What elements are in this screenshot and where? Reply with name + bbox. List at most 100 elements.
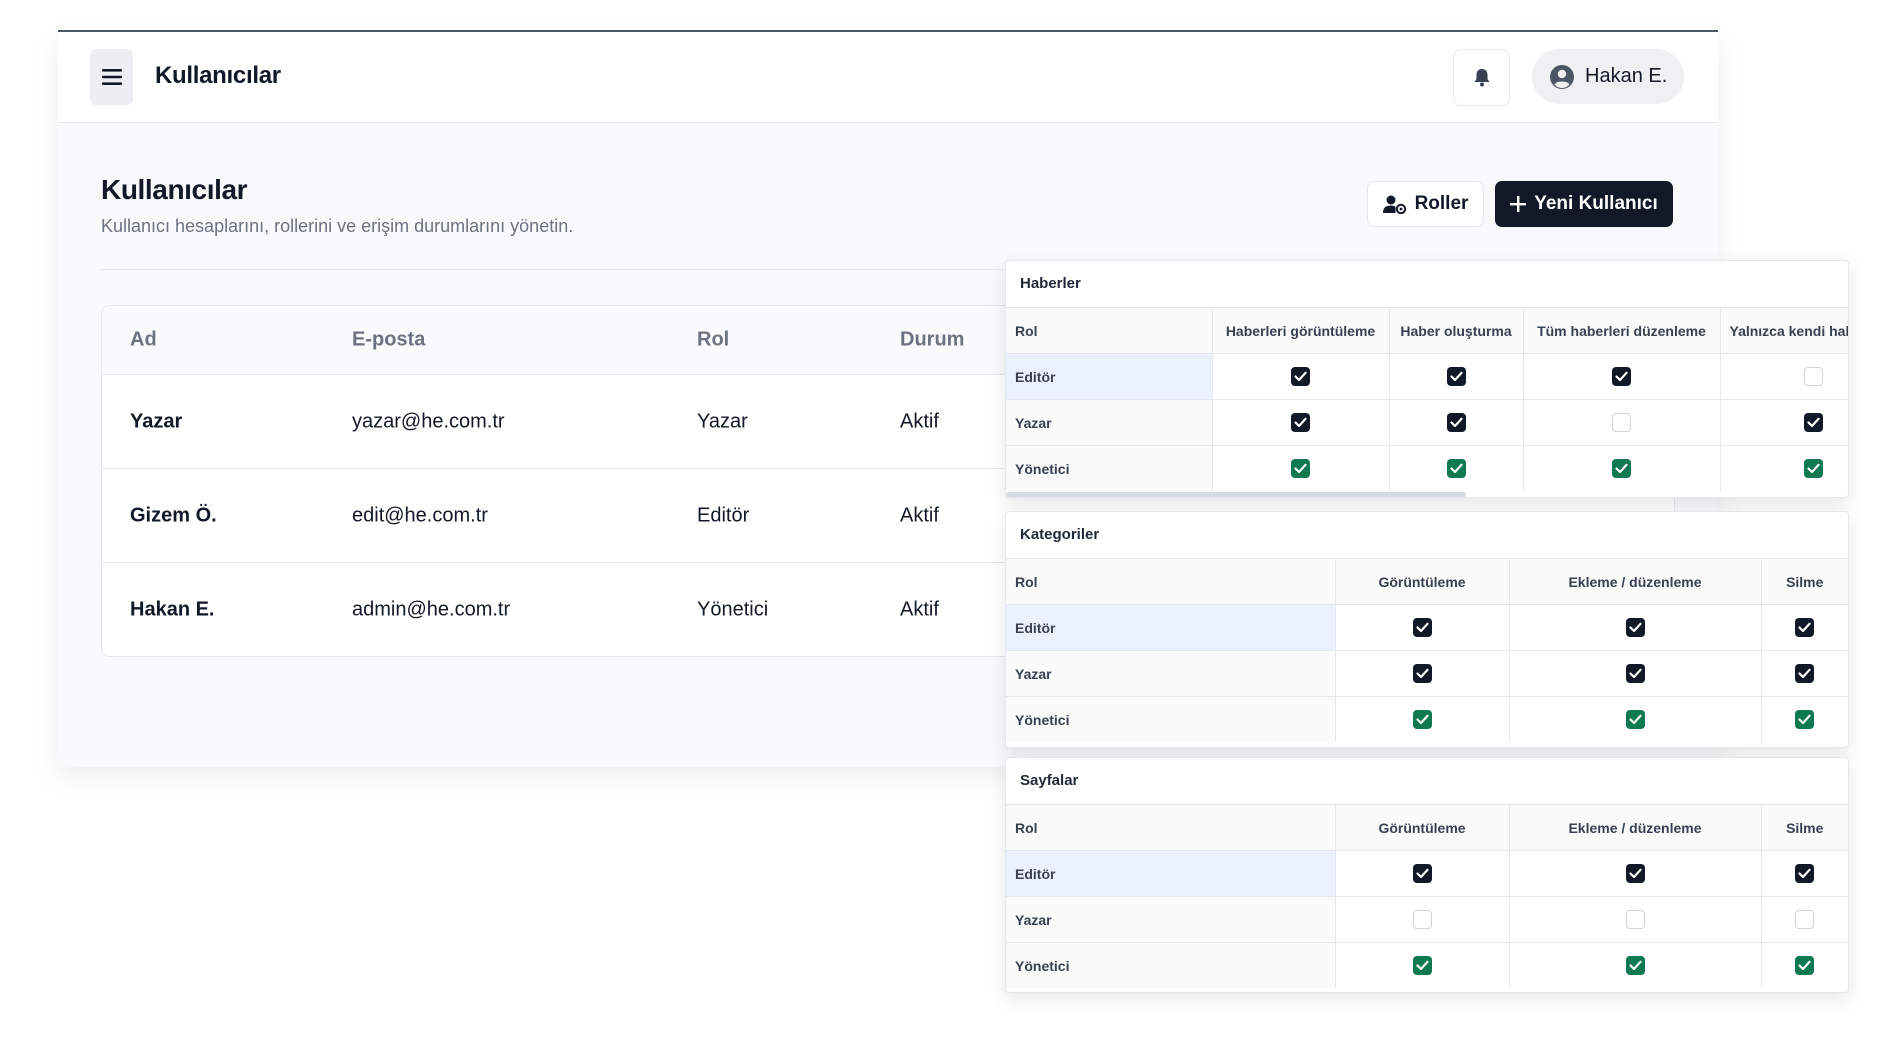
checked-checkbox[interactable] (1412, 956, 1432, 975)
checkmark-icon (1798, 868, 1811, 879)
checked-checkbox[interactable] (1803, 413, 1823, 432)
role-label: Editör (1006, 604, 1335, 651)
checked-checkbox[interactable] (1412, 864, 1432, 883)
permission-cell (1522, 353, 1720, 400)
checked-checkbox[interactable] (1803, 459, 1823, 478)
permission-cell (1388, 399, 1523, 446)
unchecked-checkbox[interactable] (1625, 910, 1645, 929)
checked-checkbox[interactable] (1612, 367, 1631, 386)
checked-checkbox[interactable] (1795, 710, 1815, 729)
column-header-permission: Ekleme / düzenleme (1508, 559, 1761, 605)
column-header-permission: Görüntüleme (1334, 805, 1509, 851)
checkmark-icon (1415, 868, 1429, 879)
permission-cell (1508, 650, 1761, 697)
hamburger-menu-icon (101, 69, 122, 85)
user-menu[interactable]: Hakan E. (1532, 49, 1684, 104)
column-header-email[interactable]: E-posta (352, 329, 425, 352)
user-gear-icon (1382, 195, 1406, 214)
checkmark-icon (1415, 714, 1429, 725)
topbar-title: Kullanıcılar (155, 62, 281, 89)
checkmark-icon (1294, 463, 1307, 474)
permission-cell (1334, 896, 1509, 943)
checked-checkbox[interactable] (1291, 367, 1310, 386)
checked-checkbox[interactable] (1795, 956, 1815, 975)
bell-icon (1474, 68, 1489, 86)
checked-checkbox[interactable] (1625, 710, 1645, 729)
user-name: Hakan E. (1585, 65, 1668, 87)
user-name-cell: Gizem Ö. (130, 504, 217, 526)
checkmark-icon (1628, 868, 1642, 879)
checked-checkbox[interactable] (1612, 459, 1631, 478)
permissions-panel-haberler: Haberler Rol Haberleri görüntüleme Haber… (1005, 260, 1849, 498)
checked-checkbox[interactable] (1795, 864, 1815, 883)
user-email-cell: admin@he.com.tr (352, 598, 511, 620)
checked-checkbox[interactable] (1625, 664, 1645, 683)
column-header-role[interactable]: Rol (697, 329, 729, 352)
checked-checkbox[interactable] (1412, 710, 1432, 729)
permission-cell (1508, 604, 1761, 651)
user-role-cell: Yazar (697, 410, 748, 432)
checked-checkbox[interactable] (1625, 864, 1645, 883)
checked-checkbox[interactable] (1446, 459, 1466, 478)
permissions-table: Rol Haberleri görüntüleme Haber oluşturm… (1006, 308, 1848, 491)
roles-button[interactable]: Roller (1367, 181, 1484, 227)
permission-cell (1760, 896, 1848, 943)
column-header-name[interactable]: Ad (130, 329, 157, 352)
permission-cell (1388, 445, 1523, 491)
user-status-cell: Aktif (900, 598, 939, 620)
unchecked-checkbox[interactable] (1412, 910, 1432, 929)
permission-cell (1508, 896, 1761, 943)
user-name-cell: Yazar (130, 410, 183, 432)
role-label: Yönetici (1006, 696, 1335, 742)
permission-cell (1760, 696, 1848, 742)
column-header-role: Rol (1006, 805, 1335, 851)
permission-cell (1211, 399, 1389, 446)
user-name-cell: Hakan E. (130, 598, 215, 620)
checked-checkbox[interactable] (1446, 413, 1466, 432)
permission-cell (1719, 445, 1848, 491)
unchecked-checkbox[interactable] (1803, 367, 1823, 386)
permission-row: Editör (1006, 353, 1848, 400)
column-header-permission: Ekleme / düzenleme (1508, 805, 1761, 851)
permission-cell (1522, 399, 1720, 446)
checked-checkbox[interactable] (1412, 618, 1432, 637)
checked-checkbox[interactable] (1412, 664, 1432, 683)
checked-checkbox[interactable] (1291, 459, 1310, 478)
checkmark-icon (1449, 371, 1463, 382)
new-user-button-label: Yeni Kullanıcı (1534, 193, 1658, 214)
role-label: Yönetici (1006, 445, 1212, 491)
column-header-permission: Görüntüleme (1334, 559, 1509, 605)
plus-icon (1510, 196, 1527, 212)
checked-checkbox[interactable] (1795, 618, 1815, 637)
checked-checkbox[interactable] (1291, 413, 1310, 432)
column-header-role: Rol (1006, 559, 1335, 605)
permissions-table: Rol Görüntüleme Ekleme / düzenleme Silme… (1006, 805, 1848, 988)
checkmark-icon (1798, 668, 1811, 679)
notifications-button[interactable] (1453, 49, 1510, 106)
unchecked-checkbox[interactable] (1795, 910, 1815, 929)
checked-checkbox[interactable] (1625, 956, 1645, 975)
column-header-permission: Silme (1760, 805, 1848, 851)
permission-row: Yazar (1006, 399, 1848, 446)
menu-button[interactable] (90, 49, 133, 105)
role-label: Editör (1006, 850, 1335, 897)
checkmark-icon (1628, 714, 1642, 725)
checked-checkbox[interactable] (1795, 664, 1815, 683)
horizontal-scrollbar[interactable] (1006, 492, 1466, 497)
permission-row: Yönetici (1006, 696, 1848, 742)
permission-cell (1508, 850, 1761, 897)
checkmark-icon (1798, 622, 1811, 633)
permission-cell (1334, 942, 1509, 988)
checkmark-icon (1449, 417, 1463, 428)
new-user-button[interactable]: Yeni Kullanıcı (1495, 181, 1673, 227)
column-header-permission: Haberleri görüntüleme (1211, 308, 1389, 354)
permission-cell (1719, 353, 1848, 400)
permission-row: Yazar (1006, 650, 1848, 697)
user-email-cell: yazar@he.com.tr (352, 410, 505, 432)
column-header-permission: Haber oluşturma (1388, 308, 1523, 354)
column-header-status[interactable]: Durum (900, 329, 964, 352)
checked-checkbox[interactable] (1446, 367, 1466, 386)
unchecked-checkbox[interactable] (1612, 413, 1631, 432)
panel-title: Haberler (1006, 261, 1848, 308)
checked-checkbox[interactable] (1625, 618, 1645, 637)
